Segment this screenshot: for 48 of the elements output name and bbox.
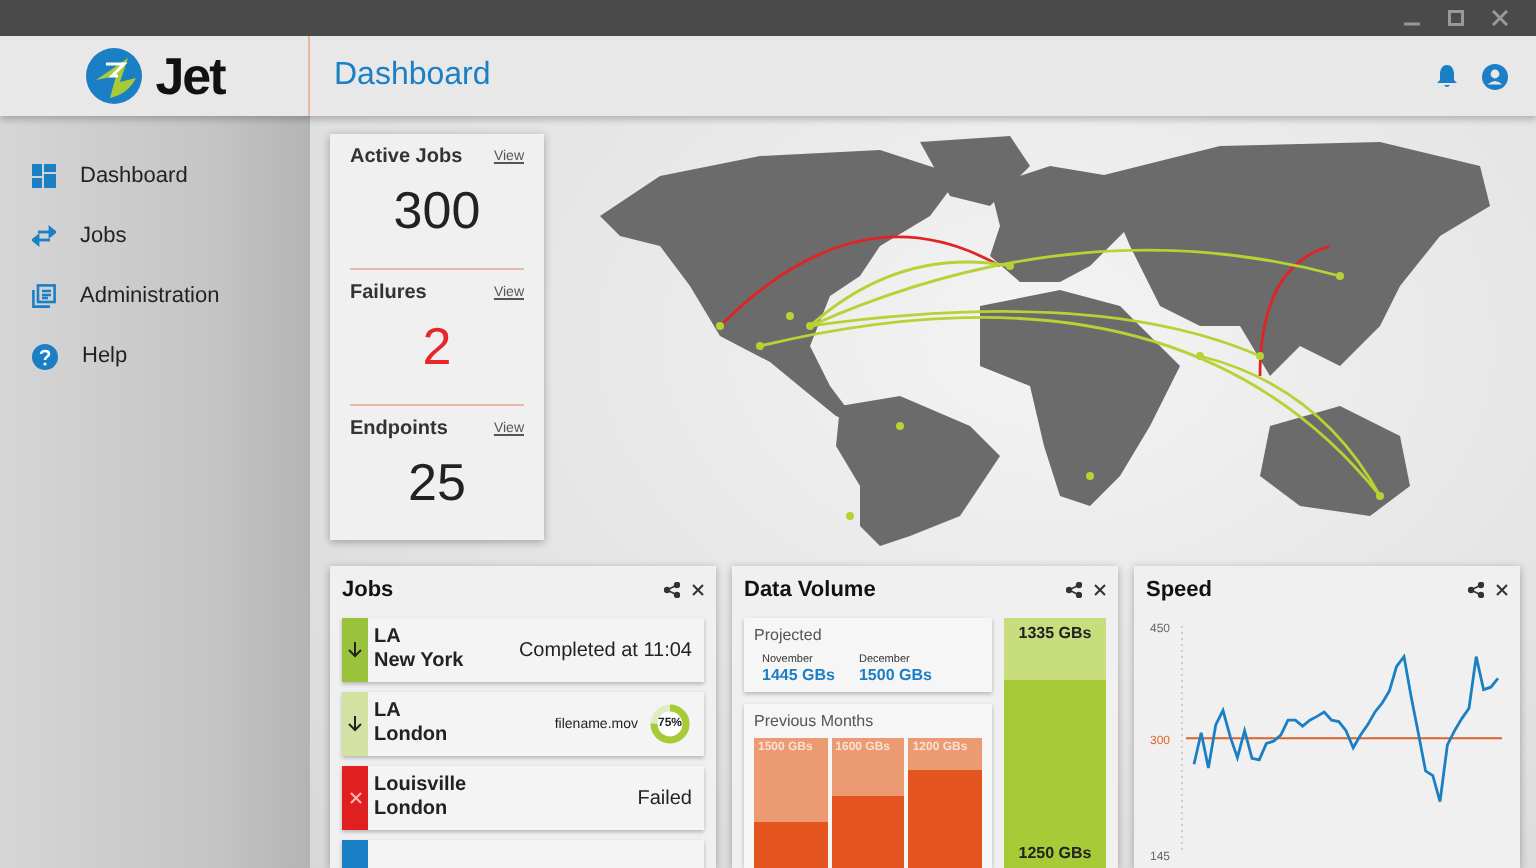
down-arrow-icon [348, 642, 362, 658]
stat-value: 25 [408, 452, 466, 514]
job-origin: LA [374, 700, 403, 724]
maximize-icon[interactable] [1448, 10, 1464, 26]
close-icon[interactable] [692, 584, 704, 596]
share-icon[interactable] [1066, 582, 1082, 598]
bar-label: 1335 GBs [1018, 622, 1092, 646]
cross-icon [349, 792, 361, 804]
close-icon[interactable] [1094, 584, 1106, 596]
job-row[interactable]: Louisville London Failed [342, 766, 704, 830]
bar-label: 1250 GBs [1018, 842, 1092, 866]
logo-text: Jet [155, 45, 225, 107]
bell-icon[interactable] [1436, 64, 1458, 88]
month-value: 1500 GBs [858, 666, 932, 684]
job-origin: Louisville [374, 774, 469, 798]
panel-title: Speed [1146, 578, 1213, 602]
sidebar-item[interactable]: Dashboard [0, 156, 310, 196]
page-title: Dashboard [334, 58, 493, 94]
library-icon [32, 284, 56, 308]
panel-title: Data Volume [744, 578, 876, 602]
job-status: Completed at 11:04 [518, 639, 694, 661]
job-origin: LA [374, 626, 403, 650]
sidebar-item[interactable]: Administration [0, 276, 310, 316]
stat-title: Active Jobs [350, 146, 463, 168]
dashboard-icon [32, 164, 56, 188]
share-icon[interactable] [664, 582, 680, 598]
logo-icon [83, 46, 144, 106]
job-destination: London [374, 724, 450, 748]
transfer-arrows-icon [32, 224, 56, 248]
job-destination: London [374, 798, 450, 822]
share-icon[interactable] [1468, 582, 1484, 598]
close-icon[interactable] [1496, 584, 1508, 596]
job-destination: New York [374, 650, 466, 674]
account-icon[interactable] [1482, 63, 1508, 89]
stat-value: 2 [422, 316, 452, 378]
stat-title: Failures [350, 282, 427, 304]
panel-title: Jobs [342, 578, 394, 602]
help-icon [32, 343, 58, 369]
sidebar-item[interactable]: Help [0, 336, 310, 376]
card-title: Projected [754, 626, 824, 644]
stat-title: Endpoints [350, 418, 448, 440]
job-status: Failed [637, 787, 694, 809]
down-arrow-icon [348, 716, 362, 732]
stat-value: 300 [393, 180, 481, 242]
card-title: Previous Months [754, 712, 876, 730]
sidebar-item[interactable]: Jobs [0, 216, 310, 256]
month-value: 1445 GBs [762, 666, 835, 684]
job-row[interactable]: LA New York Completed at 11:04 [342, 618, 704, 682]
